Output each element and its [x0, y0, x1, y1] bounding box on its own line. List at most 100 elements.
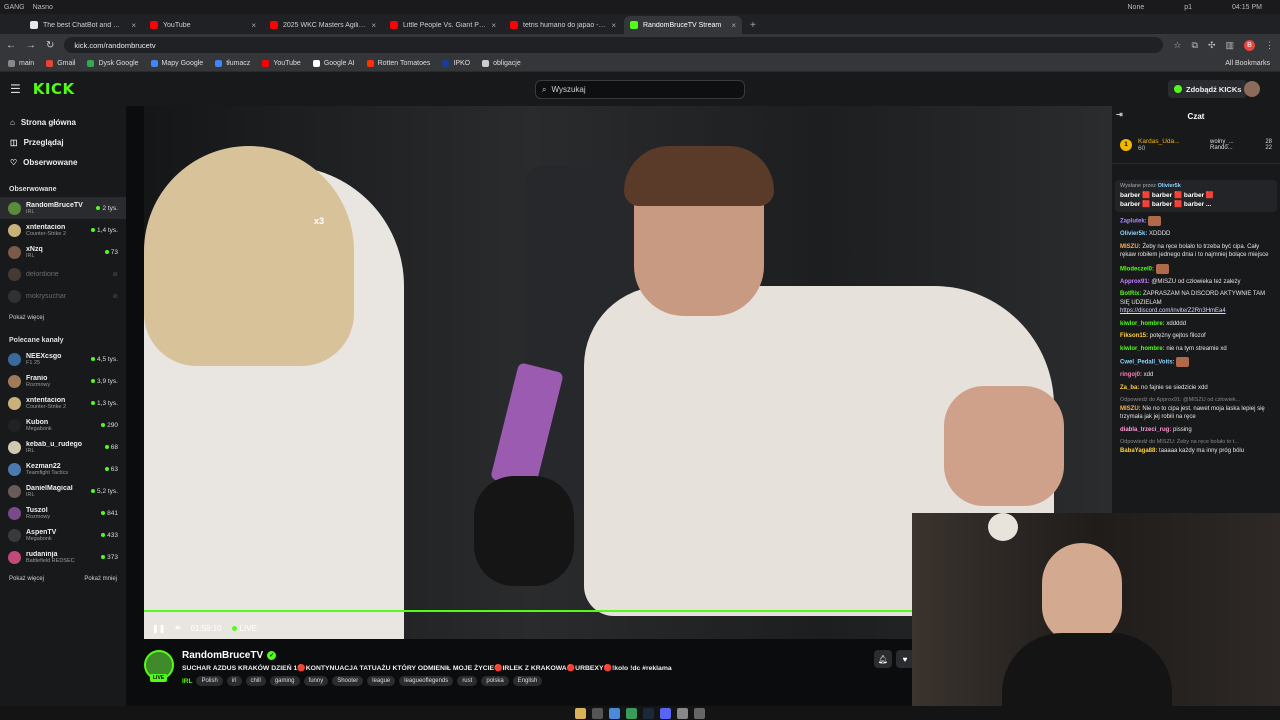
stream-tag[interactable]: league: [367, 676, 396, 686]
chat-username[interactable]: kiwlor_hombre:: [1120, 346, 1165, 352]
tab-close-icon[interactable]: ×: [251, 21, 256, 30]
recommended-show-more[interactable]: Pokaż więcej: [9, 576, 44, 582]
chat-username[interactable]: Mlodeczel0:: [1120, 266, 1154, 272]
stream-category[interactable]: IRL: [182, 678, 192, 685]
files-icon[interactable]: [575, 707, 586, 719]
chat-messages[interactable]: Zaplutek: Olivier5k: XDDDD MISZU: Żeby na…: [1112, 214, 1280, 461]
sidebar-nav-item[interactable]: ◫ Przeglądaj: [0, 132, 126, 152]
stream-tag[interactable]: gaming: [269, 676, 300, 686]
leaderboard-entry[interactable]: Rando... 22: [1210, 145, 1272, 151]
stream-tag[interactable]: funny: [303, 676, 329, 686]
browser-tab[interactable]: RandomBruceTV Stream ×: [624, 16, 742, 34]
pinned-message[interactable]: Wysłane przez Olivier5k barber 🟥 barber …: [1115, 180, 1277, 212]
chat-username[interactable]: ringoj0:: [1120, 372, 1142, 378]
live-indicator[interactable]: LIVE: [231, 624, 257, 633]
chat-username[interactable]: BotRix:: [1120, 291, 1141, 297]
chat-username[interactable]: Za_ba:: [1120, 385, 1139, 391]
chat-username[interactable]: diabla_trzeci_rug:: [1120, 427, 1171, 433]
tab-close-icon[interactable]: ×: [371, 21, 376, 30]
bookmark-item[interactable]: YouTube: [262, 60, 301, 67]
bookmark-item[interactable]: Dysk Google: [87, 60, 139, 67]
chat-username[interactable]: kiwlor_hombre:: [1120, 321, 1165, 327]
stream-tag[interactable]: leagueoflegends: [399, 676, 454, 686]
chat-username[interactable]: MISZU:: [1120, 406, 1141, 412]
sidepanel-icon[interactable]: ▥: [1225, 40, 1234, 51]
chat-username[interactable]: Zaplutek:: [1120, 219, 1147, 225]
stream-tag[interactable]: polska: [481, 676, 509, 686]
sidebar-nav-item[interactable]: ♡ Obserwowane: [0, 152, 126, 172]
stream-tag[interactable]: Shooter: [332, 676, 364, 686]
collapse-chat-icon[interactable]: ⇥: [1116, 110, 1123, 119]
channel-item[interactable]: DanielMagical IRL 5,2 tys.: [0, 480, 126, 502]
channel-item[interactable]: xntentacion Counter-Strike 2 1,4 tys.: [0, 219, 126, 241]
tray-icon[interactable]: [694, 707, 705, 719]
hamburger-menu-icon[interactable]: ☰: [10, 82, 21, 96]
bookmark-item[interactable]: Gmail: [46, 60, 75, 67]
tab-close-icon[interactable]: ×: [491, 21, 496, 30]
settings-icon[interactable]: [677, 707, 688, 719]
channel-item[interactable]: Franio Rozmowy 3,9 tys.: [0, 370, 126, 392]
browser-tab[interactable]: YouTube ×: [144, 16, 262, 34]
channel-item[interactable]: kebab_u_rudego IRL 68: [0, 436, 126, 458]
bookmark-item[interactable]: IPKO: [442, 60, 470, 67]
chat-username[interactable]: MISZU:: [1120, 244, 1141, 250]
sidebar-nav-item[interactable]: ⌂ Strona główna: [0, 112, 126, 132]
browser-tab[interactable]: 2025 WKC Masters Agility C ×: [264, 16, 382, 34]
chat-username[interactable]: Olivier5k:: [1120, 231, 1147, 237]
all-bookmarks-button[interactable]: All Bookmarks: [1225, 60, 1280, 67]
tab-close-icon[interactable]: ×: [131, 21, 136, 30]
channel-item[interactable]: Kezman22 Teamfight Tactics 63: [0, 458, 126, 480]
chat-username[interactable]: Approx91:: [1120, 279, 1150, 285]
browser-tab[interactable]: The best ChatBot and Widg ×: [24, 16, 142, 34]
browser-tab[interactable]: tetris humano do japao - Yo ×: [504, 16, 622, 34]
discord-icon[interactable]: [660, 707, 671, 719]
terminal-icon[interactable]: [592, 707, 603, 719]
stream-tag[interactable]: rust: [457, 676, 478, 686]
search-input[interactable]: ⌕ Wyszukaj: [535, 80, 745, 99]
bookmark-item[interactable]: Rotten Tomatoes: [366, 60, 430, 67]
user-avatar[interactable]: [1244, 81, 1260, 97]
reload-icon[interactable]: ↻: [46, 40, 54, 51]
stream-tag[interactable]: chill: [245, 676, 266, 686]
pinned-by-user[interactable]: Olivier5k: [1158, 183, 1181, 189]
star-icon[interactable]: ☆: [1173, 40, 1181, 51]
kick-logo[interactable]: KICK: [33, 80, 75, 98]
bookmark-item[interactable]: Mapy Google: [150, 60, 203, 67]
url-field[interactable]: kick.com/randombrucetv: [64, 37, 1164, 53]
stream-tag[interactable]: irl: [226, 676, 242, 686]
stream-tag[interactable]: English: [512, 676, 543, 686]
followed-show-more[interactable]: Pokaż więcej: [9, 315, 44, 321]
workspace-label[interactable]: GANG: [4, 4, 25, 11]
channel-name[interactable]: RandomBruceTV: [182, 650, 263, 661]
bookmark-item[interactable]: Google AI: [312, 60, 355, 67]
bookmark-item[interactable]: main: [8, 60, 34, 67]
back-icon[interactable]: ←: [6, 40, 16, 51]
puzzle-icon[interactable]: ✣: [1208, 40, 1216, 51]
channel-item[interactable]: xntentacion Counter-Strike 2 1,3 tys.: [0, 392, 126, 414]
stream-tag[interactable]: Polish: [196, 676, 223, 686]
forward-icon[interactable]: →: [26, 40, 36, 51]
channel-item[interactable]: NEEXcsgo F1 25 4,5 tys.: [0, 348, 126, 370]
new-tab-icon[interactable]: +: [744, 20, 762, 34]
chat-link[interactable]: https://discord.com/invite/Z2Rn3HmEa4: [1120, 308, 1226, 314]
chrome-icon[interactable]: [609, 707, 620, 719]
volume-icon[interactable]: 🔊︎: [175, 623, 180, 633]
channel-item[interactable]: RandomBruceTV IRL 2 tys.: [0, 197, 126, 219]
pause-icon[interactable]: ❚❚: [152, 624, 165, 633]
bookmark-item[interactable]: tłumacz: [215, 60, 250, 67]
recommended-show-less[interactable]: Pokaż mniej: [84, 576, 117, 582]
channel-item[interactable]: AspenTV Megabonk 433: [0, 524, 126, 546]
get-kicks-button[interactable]: Zdobądź KICKs: [1168, 80, 1248, 98]
chat-username[interactable]: BabaYaga88:: [1120, 448, 1157, 454]
channel-item[interactable]: delordione ⊘: [0, 263, 126, 285]
tab-close-icon[interactable]: ×: [731, 21, 736, 30]
chat-username[interactable]: Cwel_Pedall_Voits:: [1120, 360, 1175, 366]
channel-item[interactable]: rudaninja Battlefield REDSEC 373: [0, 546, 126, 568]
channel-item[interactable]: mokrysuchar ⊘: [0, 285, 126, 307]
tab-close-icon[interactable]: ×: [611, 21, 616, 30]
browser-tab[interactable]: Little People Vs. Giant Peop ×: [384, 16, 502, 34]
channel-item[interactable]: Kubon Megabonk 290: [0, 414, 126, 436]
bookmark-item[interactable]: obligacje: [482, 60, 521, 67]
leader-name[interactable]: Kardas_Uda...: [1138, 138, 1204, 145]
chat-username[interactable]: Fikson15:: [1120, 333, 1148, 339]
